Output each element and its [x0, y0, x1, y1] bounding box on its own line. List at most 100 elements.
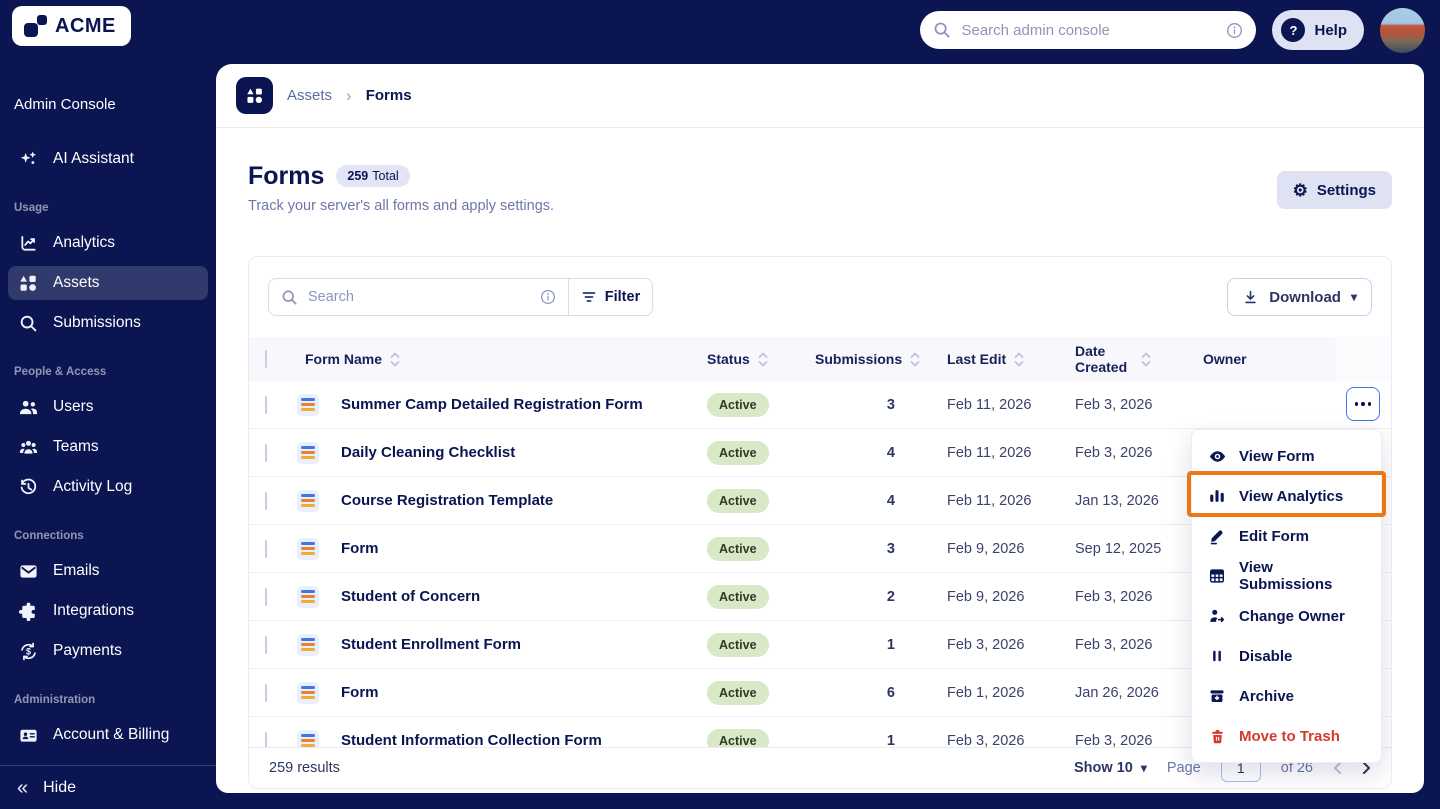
menu-item-disable[interactable]: Disable — [1192, 636, 1381, 676]
column-actions — [1335, 337, 1391, 381]
download-button[interactable]: Download ▾ — [1227, 278, 1372, 316]
row-checkbox[interactable] — [265, 587, 267, 606]
form-name[interactable]: Form — [337, 684, 707, 701]
column-last-edit[interactable]: Last Edit — [947, 351, 1075, 367]
form-name[interactable]: Daily Cleaning Checklist — [337, 444, 707, 461]
date-created: Feb 3, 2026 — [1075, 396, 1153, 413]
sidebar-item-account-billing[interactable]: Account & Billing — [8, 718, 208, 752]
sidebar: ACME Admin Console AI Assistant Usage An… — [0, 0, 216, 809]
menu-item-view-submissions[interactable]: View Submissions — [1192, 556, 1381, 596]
sidebar-item-submissions[interactable]: Submissions — [8, 306, 208, 340]
select-all-checkbox[interactable] — [265, 350, 267, 368]
form-icon — [297, 441, 319, 464]
last-edit: Feb 9, 2026 — [947, 588, 1025, 605]
sidebar-item-payments[interactable]: $ Payments — [8, 634, 208, 668]
sidebar-section-connections: Connections — [14, 530, 84, 542]
previous-page-button[interactable] — [1333, 761, 1342, 775]
filter-button[interactable]: Filter — [568, 279, 652, 315]
breadcrumb-assets[interactable]: Assets — [287, 87, 332, 104]
column-submissions[interactable]: Submissions — [815, 351, 947, 367]
row-actions-button[interactable] — [1346, 387, 1380, 421]
form-icon — [297, 537, 319, 560]
column-owner: Owner — [1203, 351, 1247, 367]
menu-item-view-form[interactable]: View Form — [1192, 436, 1381, 476]
sidebar-item-emails[interactable]: Emails — [8, 554, 208, 588]
total-badge: 259 Total — [336, 165, 410, 187]
sidebar-item-teams[interactable]: Teams — [8, 430, 208, 464]
info-icon — [540, 289, 556, 305]
analytics-icon — [17, 234, 39, 253]
sidebar-hide-button[interactable]: « Hide — [0, 765, 216, 809]
brand-logo[interactable]: ACME — [12, 6, 131, 46]
pause-icon — [1207, 648, 1227, 664]
hide-label: Hide — [43, 778, 77, 796]
sidebar-item-label: Payments — [53, 642, 122, 659]
menu-item-edit-form[interactable]: Edit Form — [1192, 516, 1381, 556]
row-actions-menu: View Form View Analytics Edit Form View … — [1191, 429, 1382, 763]
table-row[interactable]: Summer Camp Detailed Registration Form A… — [249, 381, 1391, 429]
row-checkbox[interactable] — [265, 683, 267, 702]
row-checkbox[interactable] — [265, 635, 267, 654]
submissions-count: 4 — [886, 492, 895, 509]
form-icon — [297, 681, 319, 704]
form-name[interactable]: Course Registration Template — [337, 492, 707, 509]
column-status[interactable]: Status — [707, 351, 815, 367]
form-name[interactable]: Student of Concern — [337, 588, 707, 605]
page-size-select[interactable]: Show 10 ▾ — [1074, 760, 1147, 776]
info-icon — [1226, 22, 1243, 39]
form-icon — [297, 633, 319, 656]
date-created: Feb 3, 2026 — [1075, 588, 1153, 605]
sidebar-item-analytics[interactable]: Analytics — [8, 226, 208, 260]
form-icon — [297, 585, 319, 608]
row-checkbox[interactable] — [265, 491, 267, 510]
question-icon: ? — [1281, 18, 1306, 42]
sidebar-item-label: Assets — [53, 274, 100, 291]
filter-label: Filter — [604, 289, 641, 305]
row-checkbox[interactable] — [265, 443, 267, 462]
menu-item-view-analytics[interactable]: View Analytics — [1192, 476, 1381, 516]
admin-search[interactable] — [920, 11, 1257, 49]
status-badge: Active — [707, 680, 769, 705]
menu-item-archive[interactable]: Archive — [1192, 676, 1381, 716]
menu-item-move-to-trash[interactable]: Move to Trash — [1192, 716, 1381, 756]
help-button[interactable]: ? Help — [1272, 10, 1364, 50]
chevron-right-icon: › — [346, 85, 352, 105]
sidebar-item-integrations[interactable]: Integrations — [8, 594, 208, 628]
table-search[interactable] — [269, 279, 568, 315]
submissions-count: 1 — [886, 636, 895, 653]
settings-button[interactable]: ⚙ Settings — [1276, 171, 1392, 209]
table-header: Form Name Status Submissions Last Edit D… — [249, 337, 1391, 381]
teams-icon — [17, 438, 39, 457]
column-form-name[interactable]: Form Name — [297, 351, 707, 367]
table-search-input[interactable] — [308, 289, 530, 305]
menu-item-change-owner[interactable]: Change Owner — [1192, 596, 1381, 636]
breadcrumb: Assets › Forms — [216, 64, 1424, 128]
last-edit: Feb 1, 2026 — [947, 684, 1025, 701]
form-icon — [297, 489, 319, 512]
chevron-down-icon: ▾ — [1140, 761, 1147, 775]
breadcrumb-forms: Forms — [365, 87, 412, 104]
total-count: 259 — [347, 169, 369, 183]
avatar[interactable] — [1380, 7, 1425, 53]
chevron-down-icon: ▾ — [1350, 290, 1357, 304]
form-name[interactable]: Student Enrollment Form — [337, 636, 707, 653]
change-owner-icon — [1207, 607, 1227, 625]
submissions-count: 4 — [886, 444, 895, 461]
column-date-created[interactable]: Date Created — [1075, 343, 1203, 375]
sidebar-item-ai-assistant[interactable]: AI Assistant — [8, 142, 208, 176]
sort-icon — [758, 352, 768, 367]
sidebar-item-users[interactable]: Users — [8, 390, 208, 424]
sidebar-section-usage: Usage — [14, 202, 49, 214]
form-name[interactable]: Summer Camp Detailed Registration Form — [337, 396, 707, 413]
date-created: Jan 13, 2026 — [1075, 492, 1159, 509]
next-page-button[interactable] — [1362, 761, 1371, 775]
form-name[interactable]: Form — [337, 540, 707, 557]
row-checkbox[interactable] — [265, 395, 267, 414]
sidebar-item-assets[interactable]: Assets — [8, 266, 208, 300]
row-checkbox[interactable] — [265, 539, 267, 558]
submissions-count: 3 — [886, 540, 895, 557]
admin-search-input[interactable] — [961, 21, 1217, 39]
sidebar-item-activity-log[interactable]: Activity Log — [8, 470, 208, 504]
help-label: Help — [1314, 21, 1347, 39]
last-edit: Feb 3, 2026 — [947, 636, 1025, 653]
